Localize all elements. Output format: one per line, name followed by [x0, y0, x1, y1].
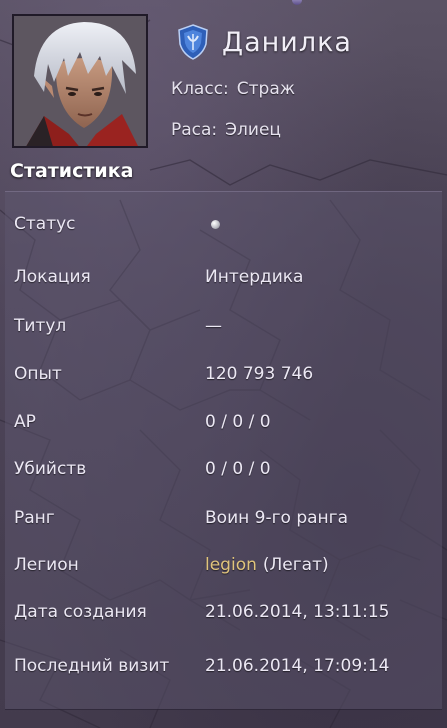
legion-value: legion (Легат) [205, 555, 329, 575]
stat-row-ap: АР 0 / 0 / 0 [14, 412, 439, 434]
rank-value: Воин 9-го ранга [205, 508, 348, 528]
legion-label: Легион [14, 555, 79, 575]
avatar [12, 14, 148, 148]
legion-link[interactable]: legion [205, 555, 257, 575]
experience-label: Опыт [14, 364, 62, 384]
stat-row-experience: Опыт 120 793 746 [14, 364, 439, 386]
created-value: 21.06.2014, 13:11:15 [205, 602, 390, 622]
title-value: — [205, 316, 222, 336]
rank-label: Ранг [14, 508, 55, 528]
stat-row-title: Титул — [14, 316, 439, 338]
last-visit-value: 21.06.2014, 17:09:14 [205, 656, 390, 676]
stat-row-status: Статус [14, 214, 439, 236]
character-name-row: Данилка [176, 24, 352, 60]
race-label: Раса: [171, 120, 218, 140]
last-visit-label: Последний визит [14, 656, 170, 676]
shield-emblem-icon [178, 24, 208, 60]
class-label: Класс: [171, 79, 229, 99]
created-label: Дата создания [14, 602, 147, 622]
stats-panel: Статус Локация Интердика Титул — Опыт 12… [5, 191, 442, 710]
stat-row-legion: Легион legion (Легат) [14, 555, 439, 577]
location-value: Интердика [205, 267, 304, 287]
character-name: Данилка [222, 26, 352, 58]
stat-row-created: Дата создания 21.06.2014, 13:11:15 [14, 602, 439, 624]
class-value: Страж [236, 79, 296, 99]
character-race: Раса: Элиец [171, 120, 281, 140]
offline-status-dot-icon [211, 214, 220, 234]
race-value: Элиец [225, 120, 281, 140]
location-label: Локация [14, 267, 91, 287]
stat-row-last-visit: Последний визит 21.06.2014, 17:09:14 [14, 656, 439, 678]
kills-value: 0 / 0 / 0 [205, 459, 271, 479]
title-label: Титул [14, 316, 67, 336]
status-label: Статус [14, 214, 76, 234]
ap-value: 0 / 0 / 0 [205, 412, 271, 432]
kills-label: Убийств [14, 459, 87, 479]
stat-row-rank: Ранг Воин 9-го ранга [14, 508, 439, 530]
stats-section-title: Статистика [10, 160, 134, 182]
experience-value: 120 793 746 [205, 364, 314, 384]
legion-role: (Легат) [262, 555, 329, 575]
ap-label: АР [14, 412, 36, 432]
stat-row-kills: Убийств 0 / 0 / 0 [14, 459, 439, 481]
character-class: Класс: Страж [171, 79, 295, 99]
stat-row-location: Локация Интердика [14, 267, 439, 289]
